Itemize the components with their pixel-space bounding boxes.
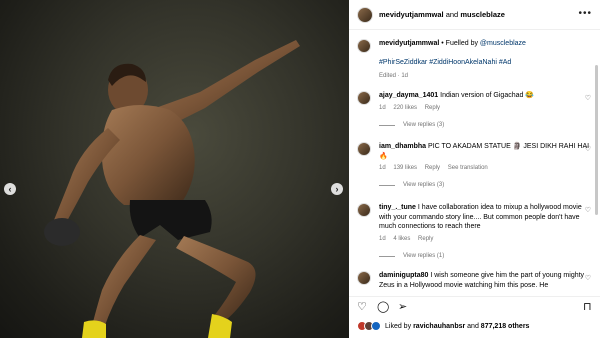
comment-meta: 1d 220 likes Reply: [379, 104, 593, 114]
replies-divider: [379, 124, 395, 126]
liked-by-label: Liked by: [385, 322, 412, 330]
comment-age: 1d: [379, 235, 386, 242]
commenter-username[interactable]: daminigupta80: [379, 272, 428, 279]
comment-likes[interactable]: 220 likes: [393, 105, 417, 111]
post-actions-bar: ♡ ◯ ➢ ⊓ Liked by ravichauhanbsr and 877,…: [349, 296, 600, 338]
view-replies-button[interactable]: View replies (3): [379, 122, 444, 128]
replies-divider: [379, 184, 395, 186]
view-replies-label[interactable]: View replies (3): [403, 122, 444, 128]
like-comment-icon[interactable]: ♡: [585, 274, 591, 282]
save-bookmark-icon[interactable]: ⊓: [583, 301, 592, 313]
view-replies-label[interactable]: View replies (1): [403, 253, 444, 259]
comment-age: 1d: [379, 165, 386, 171]
liked-by-user[interactable]: ravichauhanbsr: [413, 323, 465, 330]
comment-item: tiny_._tune I have collaboration idea to…: [357, 203, 593, 244]
view-replies-label[interactable]: View replies (3): [403, 182, 444, 188]
comment-meta: 1d 139 likes Reply See translation: [379, 164, 593, 174]
commenter-avatar[interactable]: [357, 203, 371, 217]
author-avatar[interactable]: [357, 6, 373, 23]
reply-button[interactable]: Reply: [425, 165, 440, 171]
view-replies-button[interactable]: View replies (3): [379, 182, 444, 188]
comment-text: Indian version of Gigachad 😂: [440, 92, 535, 99]
comment-likes[interactable]: 139 likes: [393, 165, 417, 171]
comment-likes[interactable]: 4 likes: [393, 236, 410, 242]
likes-count[interactable]: 877,218 others: [481, 323, 530, 330]
reply-button[interactable]: Reply: [418, 236, 433, 242]
next-image-button[interactable]: ›: [331, 183, 343, 195]
instagram-post-modal: ‹ › mevidyutjammwal and muscleblaze ••• …: [0, 0, 600, 338]
previous-image-button[interactable]: ‹: [4, 183, 16, 195]
caption-bullet: •: [441, 40, 444, 47]
post-header: mevidyutjammwal and muscleblaze •••: [349, 0, 600, 30]
authors-connector: and: [445, 10, 459, 19]
caption-avatar[interactable]: [357, 39, 371, 53]
caption-mention-link[interactable]: @muscleblaze: [480, 40, 526, 47]
post-image[interactable]: ‹ ›: [0, 0, 349, 338]
comment-icon[interactable]: ◯: [377, 301, 389, 313]
share-icon[interactable]: ➢: [398, 301, 407, 313]
comment-item: ajay_dayma_1401 Indian version of Gigach…: [357, 91, 593, 113]
post-details-panel: mevidyutjammwal and muscleblaze ••• mevi…: [349, 0, 600, 338]
comments-list: mevidyutjammwal • Fuelled by @muscleblaz…: [349, 31, 600, 296]
reply-button[interactable]: Reply: [425, 105, 440, 111]
post-caption: mevidyutjammwal • Fuelled by @muscleblaz…: [357, 39, 593, 82]
collab-username[interactable]: muscleblaze: [460, 10, 505, 19]
comment-age: 1d: [379, 104, 386, 111]
like-comment-icon[interactable]: ♡: [585, 206, 591, 214]
comment-item: daminigupta80 I wish someone give him th…: [357, 271, 593, 290]
likes-summary: Liked by ravichauhanbsr and 877,218 othe…: [357, 321, 529, 331]
like-icon[interactable]: ♡: [357, 301, 367, 313]
commenter-avatar[interactable]: [357, 142, 371, 156]
like-comment-icon[interactable]: ♡: [585, 145, 591, 153]
replies-divider: [379, 255, 395, 257]
athlete-silhouette: [44, 40, 300, 338]
post-authors: mevidyutjammwal and muscleblaze: [379, 10, 505, 19]
caption-username[interactable]: mevidyutjammwal: [379, 40, 439, 47]
commenter-avatar[interactable]: [357, 91, 371, 105]
see-translation-button[interactable]: See translation: [448, 165, 488, 171]
caption-fuelled-text: Fuelled by: [445, 40, 480, 47]
caption-meta: Edited · 1d: [379, 73, 409, 79]
commenter-username[interactable]: iam_dhambha: [379, 143, 426, 150]
view-replies-button[interactable]: View replies (1): [379, 253, 444, 259]
author-username[interactable]: mevidyutjammwal: [379, 10, 444, 19]
scrollbar[interactable]: [595, 65, 598, 215]
more-options-icon[interactable]: •••: [578, 9, 592, 19]
liker-avatar[interactable]: [371, 321, 381, 331]
liked-and-label: and: [465, 322, 481, 330]
caption-hashtags[interactable]: #PhirSeZiddkar #ZiddiHoonAkelaNahi #Ad: [379, 58, 593, 68]
commenter-username[interactable]: ajay_dayma_1401: [379, 92, 438, 99]
like-comment-icon[interactable]: ♡: [585, 94, 591, 102]
comment-item: iam_dhambha PIC TO AKADAM STATUE 🗿 JESI …: [357, 142, 593, 174]
comment-meta: 1d 4 likes Reply: [379, 235, 593, 245]
commenter-username[interactable]: tiny_._tune: [379, 204, 416, 211]
commenter-avatar[interactable]: [357, 271, 371, 285]
